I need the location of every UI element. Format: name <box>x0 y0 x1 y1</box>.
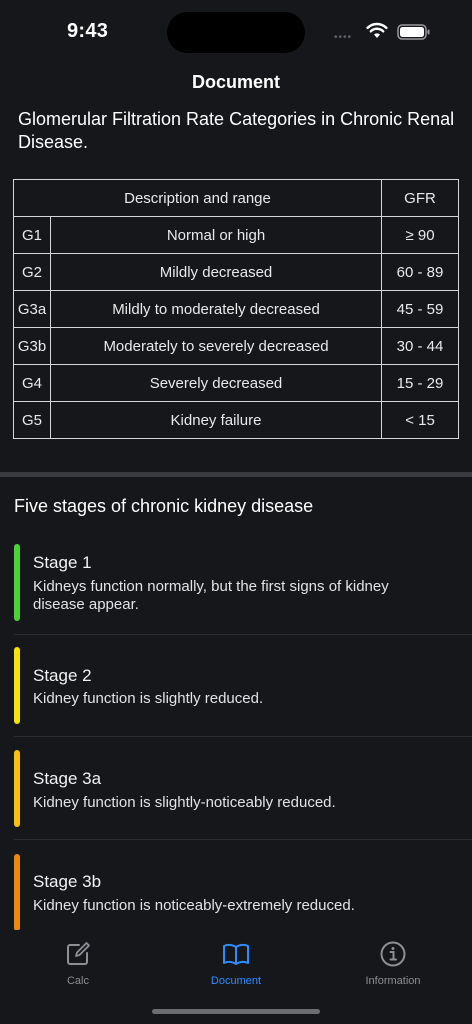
tab-document[interactable]: Document <box>176 940 296 987</box>
table-cell-description: Normal or high <box>50 216 382 254</box>
stage-item-2[interactable]: Stage 2 Kidney function is slightly redu… <box>14 647 472 737</box>
document-title: Glomerular Filtration Rate Categories in… <box>18 109 455 152</box>
info-icon <box>380 941 406 967</box>
stage-color-bar <box>14 544 20 621</box>
table-row: G3a Mildly to moderately decreased 45 - … <box>13 290 459 328</box>
table-header-gfr: GFR <box>381 179 459 217</box>
stage-description: Kidney function is slightly-noticeably r… <box>33 794 336 811</box>
table-cell-description: Mildly decreased <box>50 253 382 291</box>
section-divider <box>0 472 472 477</box>
stage-color-bar <box>14 854 20 930</box>
table-cell-code: G3a <box>13 290 51 328</box>
table-cell-description: Kidney failure <box>50 401 382 439</box>
table-row: G1 Normal or high ≥ 90 <box>13 216 459 254</box>
stage-item-3a[interactable]: Stage 3a Kidney function is slightly-not… <box>14 750 472 840</box>
status-time: 9:43 <box>67 20 109 42</box>
stage-color-bar <box>14 750 20 827</box>
table-cell-gfr: < 15 <box>381 401 459 439</box>
stage-description: Kidneys function normally, but the first… <box>33 578 389 613</box>
stage-title: Stage 3b <box>33 872 102 891</box>
wifi-icon <box>366 22 388 38</box>
table-row: G2 Mildly decreased 60 - 89 <box>13 253 459 291</box>
list-separator <box>14 839 472 840</box>
table-cell-code: G3b <box>13 327 51 365</box>
status-bar: 9:43 •••• <box>0 0 472 60</box>
table-cell-gfr: ≥ 90 <box>381 216 459 254</box>
stage-item-1[interactable]: Stage 1 Kidneys function normally, but t… <box>14 544 472 635</box>
tab-document-label: Document <box>210 975 262 987</box>
table-row: G5 Kidney failure < 15 <box>13 401 459 439</box>
stage-description: Kidney function is noticeably-extremely … <box>33 897 355 914</box>
table-header-row: Description and range GFR <box>13 179 459 217</box>
book-icon <box>223 943 249 965</box>
gfr-table: Description and range GFR G1 Normal or h… <box>13 179 459 439</box>
nav-title: Document <box>191 72 280 92</box>
tab-information[interactable]: Information <box>333 940 453 987</box>
table-header-description: Description and range <box>13 179 382 217</box>
home-indicator[interactable] <box>152 1009 320 1014</box>
table-cell-description: Mildly to moderately decreased <box>50 290 382 328</box>
stage-title: Stage 3a <box>33 769 102 788</box>
table-cell-description: Severely decreased <box>50 364 382 402</box>
tab-information-label: Information <box>365 975 421 987</box>
stage-item-3b[interactable]: Stage 3b Kidney function is noticeably-e… <box>14 854 472 930</box>
tab-calc[interactable]: Calc <box>18 940 138 987</box>
table-cell-gfr: 45 - 59 <box>381 290 459 328</box>
edit-icon <box>67 942 90 965</box>
dynamic-island <box>167 12 305 53</box>
table-cell-code: G1 <box>13 216 51 254</box>
tab-calc-label: Calc <box>66 975 89 987</box>
stage-color-bar <box>14 647 20 724</box>
stage-description: Kidney function is slightly reduced. <box>33 690 264 707</box>
table-cell-gfr: 30 - 44 <box>381 327 459 365</box>
table-row: G3b Moderately to severely decreased 30 … <box>13 327 459 365</box>
stage-title: Stage 1 <box>33 553 92 572</box>
list-separator <box>14 736 472 737</box>
table-cell-code: G4 <box>13 364 51 402</box>
table-cell-description: Moderately to severely decreased <box>50 327 382 365</box>
table-cell-code: G2 <box>13 253 51 291</box>
battery-icon <box>397 24 430 40</box>
signal-icon: •••• <box>334 32 353 43</box>
table-row: G4 Severely decreased 15 - 29 <box>13 364 459 402</box>
stage-title: Stage 2 <box>33 666 92 685</box>
table-cell-gfr: 60 - 89 <box>381 253 459 291</box>
table-cell-gfr: 15 - 29 <box>381 364 459 402</box>
list-separator <box>14 634 472 635</box>
table-cell-code: G5 <box>13 401 51 439</box>
stages-section-title: Five stages of chronic kidney disease <box>14 496 314 516</box>
